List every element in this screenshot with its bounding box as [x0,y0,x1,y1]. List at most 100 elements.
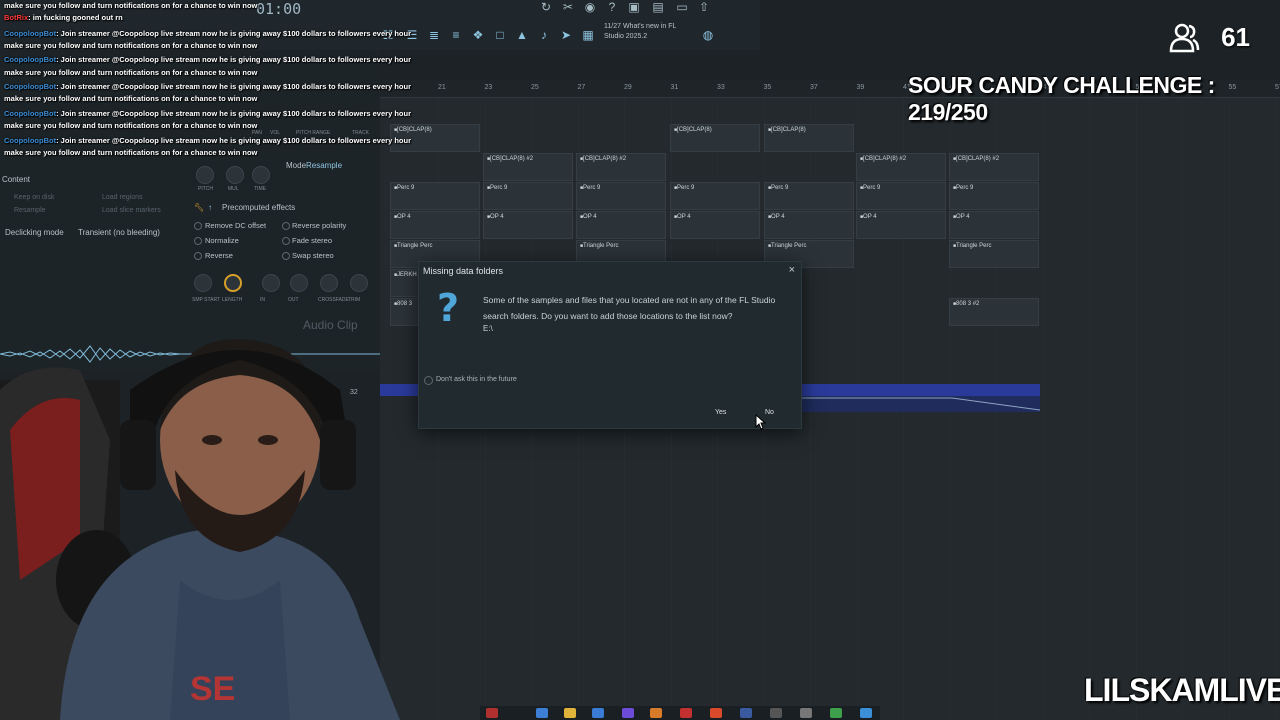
playlist-clip[interactable]: [CB]CLAP(8) #2 [949,153,1039,181]
effect-radio[interactable] [282,222,290,230]
effect-label[interactable]: Remove DC offset [205,221,266,230]
playlist-clip[interactable]: [CB]CLAP(8) [670,124,760,152]
playlist-clip[interactable]: Perc 9 [856,182,946,210]
folder-icon[interactable] [564,708,576,718]
playlist-clip[interactable]: OP 4 [483,211,573,239]
playlist-clip[interactable]: OP 4 [576,211,666,239]
playlist-clip[interactable]: OP 4 [390,211,480,239]
dont-ask-checkbox[interactable] [424,376,433,385]
playlist-clip[interactable]: Perc 9 [670,182,760,210]
playlist-clip[interactable]: OP 4 [949,211,1039,239]
news-widget[interactable]: 11/27 What's new in FL Studio 2025.2 [604,22,676,42]
tempo-icon[interactable]: ♪ [536,28,552,42]
cart-icon[interactable]: ▦ [580,28,596,42]
ruler-bar-number[interactable]: 23 [485,84,493,91]
brave-icon[interactable] [680,708,692,718]
send-icon[interactable]: ➤ [558,28,574,42]
playlist-clip[interactable]: [CB]CLAP(8) #2 [856,153,946,181]
load-slice-markers-option[interactable]: Load slice markers [102,207,161,214]
ruler-bar-number[interactable]: 39 [857,84,865,91]
playlist-clip[interactable]: Perc 9 [764,182,854,210]
edge-icon[interactable] [536,708,548,718]
playlist-clip[interactable]: [CB]CLAP(8) [764,124,854,152]
ruler-bar-number[interactable]: 37 [810,84,818,91]
playlist-clip[interactable]: Perc 9 [576,182,666,210]
ruler-bar-number[interactable]: 35 [764,84,772,91]
effect-label[interactable]: Normalize [205,236,239,245]
declicking-dropdown[interactable]: Transient (no bleeding) [78,228,160,237]
browser-icon[interactable]: □ [492,28,508,42]
playlist-clip[interactable]: Perc 9 [483,182,573,210]
app-icon[interactable] [770,708,782,718]
ruler-bar-number[interactable]: 21 [438,84,446,91]
cut-icon[interactable]: ✂ [560,0,576,14]
playlist-clip[interactable]: 808 3 #2 [949,298,1039,326]
envelope-knob[interactable] [350,274,368,292]
chat-text: : Join streamer @Coopoloop live stream n… [56,109,411,118]
chat-icon[interactable]: ▭ [674,0,690,14]
effect-radio[interactable] [194,252,202,260]
envelope-knob[interactable] [224,274,242,292]
chat-text: : Join streamer @Coopoloop live stream n… [56,55,411,64]
obs-icon[interactable] [710,708,722,718]
playlist-clip[interactable]: Perc 9 [949,182,1039,210]
envelope-knob[interactable] [290,274,308,292]
playlist-clip[interactable]: OP 4 [670,211,760,239]
chat-message: CoopoloopBot: Join streamer @Coopoloop l… [4,108,411,119]
save-icon[interactable]: ▤ [650,0,666,14]
store-icon[interactable] [592,708,604,718]
effect-radio[interactable] [194,237,202,245]
close-icon[interactable]: × [789,264,795,276]
envelope-knob[interactable] [194,274,212,292]
ruler-bar-number[interactable]: 31 [671,84,679,91]
knob-label: SMP START [192,297,221,303]
upload-icon[interactable]: ⇧ [696,0,712,14]
envelope-knob[interactable] [320,274,338,292]
chat-username: CoopoloopBot [4,109,57,118]
effect-radio[interactable] [194,222,202,230]
ruler-bar-number[interactable]: 27 [578,84,586,91]
playlist-clip[interactable]: Perc 9 [390,182,480,210]
taskbar-app-icon[interactable] [486,708,498,718]
steam-icon[interactable] [740,708,752,718]
dont-ask-label[interactable]: Don't ask this in the future [436,376,517,383]
chat-text: make sure you follow and turn notificati… [4,148,258,157]
minecraft-icon[interactable] [830,708,842,718]
playlist-clip[interactable]: [CB]CLAP(8) #2 [576,153,666,181]
playlist-clip[interactable]: OP 4 [856,211,946,239]
playlist-clip[interactable]: [CB]CLAP(8) #2 [483,153,573,181]
playlist-icon[interactable]: ≣ [426,28,442,42]
resample-option[interactable]: Resample [14,207,46,214]
ruler-bar-number[interactable]: 25 [531,84,539,91]
clip-label: Perc 9 [580,185,600,191]
channel-rack-icon[interactable]: ≡ [448,28,464,42]
effect-radio[interactable] [282,252,290,260]
globe-icon[interactable]: ◍ [700,28,716,42]
record-icon[interactable]: ▲ [514,28,530,42]
plugin-icon[interactable]: ❖ [470,28,486,42]
clip-label: [CB]CLAP(8) #2 [580,156,626,162]
calendar-icon[interactable] [860,708,872,718]
playlist-clip[interactable]: OP 4 [764,211,854,239]
effect-label[interactable]: Swap stereo [292,251,334,260]
keep-on-disk-option[interactable]: Keep on disk [14,194,54,201]
effect-radio[interactable] [282,237,290,245]
help-icon[interactable]: ? [604,0,620,14]
ruler-bar-number[interactable]: 29 [624,84,632,91]
discord-icon[interactable] [622,708,634,718]
playlist-clip[interactable]: JERKH [390,269,420,297]
envelope-knob[interactable] [262,274,280,292]
refresh-icon[interactable]: ↻ [538,0,554,14]
automation-clip[interactable] [802,384,1040,396]
effect-label[interactable]: Reverse [205,251,233,260]
load-regions-option[interactable]: Load regions [102,194,142,201]
yes-button[interactable]: Yes [715,409,726,416]
effect-label[interactable]: Reverse polarity [292,221,346,230]
mic-icon[interactable]: ◉ [582,0,598,14]
lock-icon[interactable]: ▣ [626,0,642,14]
4k-icon[interactable] [800,708,812,718]
ruler-bar-number[interactable]: 33 [717,84,725,91]
playlist-clip[interactable]: Triangle Perc [949,240,1039,268]
effect-label[interactable]: Fade stereo [292,236,332,245]
fl-studio-icon[interactable] [650,708,662,718]
